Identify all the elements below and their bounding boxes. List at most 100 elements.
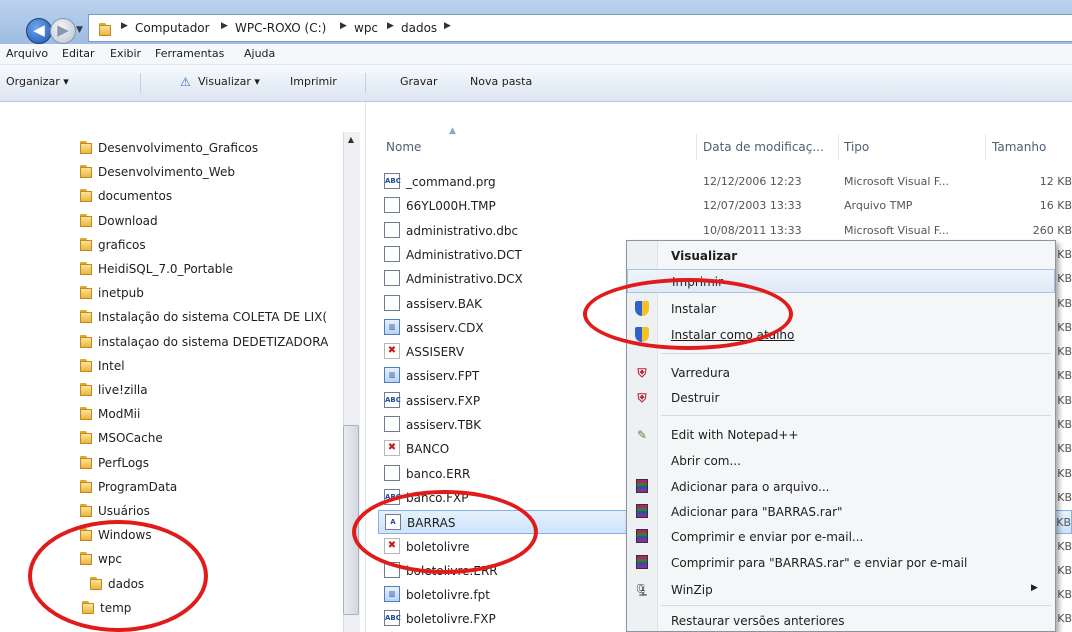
file-type: Microsoft Visual F...: [844, 223, 949, 237]
ctx-add-archive-label: Adicionar para o arquivo...: [671, 480, 830, 494]
winrar-icon: [634, 555, 650, 571]
menu-editar[interactable]: Editar: [62, 47, 95, 60]
ctx-destruir[interactable]: ⛨ Destruir: [627, 386, 1055, 410]
column-divider[interactable]: [696, 134, 697, 160]
nav-folder-label: Instalação do sistema COLETA DE LIX(: [98, 310, 328, 325]
folder-icon: [78, 381, 94, 397]
ctx-winzip[interactable]: 🗜 WinZip ▶: [627, 578, 1055, 602]
column-divider[interactable]: [985, 134, 986, 160]
file-name: assiserv.FPT: [406, 369, 480, 384]
ctx-visualizar[interactable]: Visualizar: [627, 244, 1055, 268]
folder-icon: [78, 429, 94, 445]
folder-icon: [78, 333, 94, 349]
nav-folder-label: ProgramData: [98, 479, 178, 494]
breadcrumb-separator-icon[interactable]: ▶: [340, 21, 347, 31]
breadcrumb-separator-icon[interactable]: ▶: [444, 21, 451, 31]
column-header-type[interactable]: Tipo: [844, 140, 869, 154]
column-header-size[interactable]: Tamanho: [992, 140, 1046, 154]
toolbar-divider: [140, 73, 141, 93]
breadcrumb-separator-icon[interactable]: ▶: [387, 21, 394, 31]
ctx-abrir-com-label: Abrir com...: [671, 454, 741, 468]
file-type-icon: ABC: [384, 173, 401, 189]
file-type-icon: ▥: [384, 586, 400, 603]
folder-icon: [78, 212, 94, 228]
nav-folder-label: MSOCache: [98, 431, 163, 446]
file-size: 260 KB: [1032, 223, 1072, 237]
nav-folder-label: live!zilla: [98, 383, 148, 397]
menu-arquivo[interactable]: Arquivo: [6, 47, 48, 60]
menu-ajuda[interactable]: Ajuda: [244, 47, 275, 60]
ctx-add-rar[interactable]: Adicionar para "BARRAS.rar": [627, 500, 1055, 524]
forward-arrow-icon[interactable]: ▶: [50, 18, 76, 44]
burn-button[interactable]: Gravar: [400, 75, 438, 88]
file-size: KB: [1057, 466, 1072, 480]
ctx-compress-rar-email[interactable]: Comprimir para "BARRAS.rar" e enviar por…: [627, 551, 1055, 575]
nav-folder-label: Desenvolvimento_Graficos: [98, 141, 259, 155]
sort-indicator-icon: ▲: [449, 126, 456, 136]
file-name: assiserv.FXP: [406, 393, 481, 408]
file-type-icon: ✖: [384, 343, 400, 360]
ctx-varredura[interactable]: ⛨ Varredura: [627, 361, 1055, 385]
breadcrumb-computer[interactable]: Computador: [135, 21, 210, 35]
ctx-destruir-label: Destruir: [671, 391, 720, 405]
view-icon: ⚠: [180, 75, 191, 89]
file-type-icon: ✖: [384, 440, 400, 457]
breadcrumb-dados[interactable]: dados: [401, 21, 437, 35]
nav-folder-label: ModMii: [98, 407, 141, 422]
file-size: KB: [1057, 345, 1072, 359]
file-type-icon: [384, 270, 400, 287]
notepad-plus-icon: ✎: [636, 428, 648, 442]
ctx-abrir-com[interactable]: Abrir com...: [627, 449, 1055, 473]
annotation-circle: [352, 490, 538, 574]
file-size: KB: [1056, 516, 1071, 530]
menu-separator: [661, 605, 1051, 606]
file-name: assiserv.TBK: [406, 418, 482, 432]
file-size: KB: [1057, 369, 1072, 383]
view-button[interactable]: Visualizar ▾: [198, 75, 260, 88]
ctx-varredura-label: Varredura: [671, 366, 730, 380]
back-arrow-icon[interactable]: ◀: [26, 18, 52, 44]
ctx-compress-email[interactable]: Comprimir e enviar por e-mail...: [627, 525, 1055, 549]
ctx-notepad-label: Edit with Notepad++: [671, 428, 799, 442]
new-folder-button[interactable]: Nova pasta: [470, 75, 532, 88]
breadcrumb-separator-icon[interactable]: ▶: [221, 21, 228, 31]
file-date: 10/08/2011 13:33: [703, 223, 802, 237]
file-date: 12/07/2003 13:33: [703, 199, 802, 213]
breadcrumb-separator-icon[interactable]: ▶: [121, 21, 128, 31]
address-bar[interactable]: ▶ Computador ▶ WPC-ROXO (C:) ▶ wpc ▶ dad…: [88, 14, 1072, 42]
column-header-date[interactable]: Data de modificaç...: [703, 140, 824, 154]
ctx-winzip-label: WinZip: [671, 583, 713, 597]
folder-icon: [97, 21, 113, 37]
breadcrumb-drive[interactable]: WPC-ROXO (C:): [235, 21, 326, 35]
column-header-name[interactable]: Nome: [386, 140, 421, 154]
column-divider[interactable]: [838, 134, 839, 160]
file-name: boletolivre.fpt: [406, 588, 490, 603]
nav-folder-label: Usuários: [98, 504, 150, 518]
scroll-up-arrow-icon[interactable]: ▲: [343, 135, 359, 145]
file-row[interactable]: ABC _command.prg 12/12/2006 12:23 Microsoft…: [378, 170, 1072, 194]
print-button[interactable]: Imprimir: [290, 75, 337, 88]
file-row[interactable]: administrativo.dbc 10/08/2011 13:33 Micros…: [378, 219, 1072, 243]
nav-folder-label: Intel: [98, 358, 125, 373]
file-size: KB: [1057, 588, 1072, 602]
history-dropdown-icon[interactable]: ▼: [76, 22, 86, 38]
ctx-restore[interactable]: Restaurar versões anteriores: [627, 609, 1055, 631]
file-row[interactable]: 66YL000H.TMP 12/07/2003 13:33 Arquivo TMP 1…: [378, 194, 1072, 218]
file-type-icon: ABC: [384, 610, 401, 627]
folder-icon: [78, 139, 94, 155]
menu-ferramentas[interactable]: Ferramentas: [155, 47, 224, 60]
antivirus-shield-icon: ⛨: [637, 391, 647, 405]
ctx-add-archive[interactable]: Adicionar para o arquivo...: [627, 475, 1055, 499]
folder-icon: [78, 454, 94, 470]
folder-icon: [78, 284, 94, 300]
folder-icon: [78, 502, 94, 518]
file-name: ASSISERV: [406, 345, 465, 360]
ctx-notepad[interactable]: ✎ Edit with Notepad++: [627, 423, 1055, 447]
nav-folder-label: documentos: [98, 189, 173, 204]
antivirus-shield-icon: ⛨: [637, 366, 647, 380]
organize-button[interactable]: Organizar ▾: [6, 75, 69, 88]
file-type-icon: [384, 294, 400, 311]
breadcrumb-wpc[interactable]: wpc: [354, 21, 378, 35]
menu-exibir[interactable]: Exibir: [110, 47, 141, 60]
file-name: _command.prg: [406, 175, 496, 189]
